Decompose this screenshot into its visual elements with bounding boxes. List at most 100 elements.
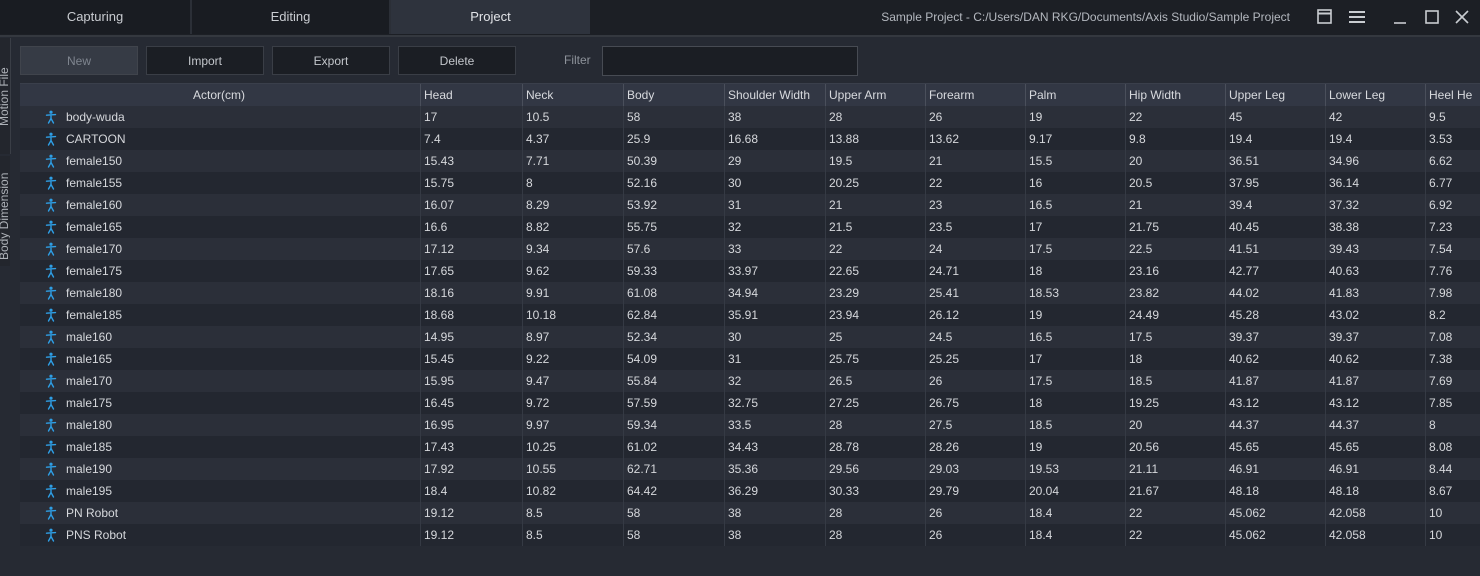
dimension-cell: 16 bbox=[1025, 172, 1128, 194]
table-row[interactable]: female180 18.16 9.91 61.08 34.94 23.29 25.41 18… bbox=[20, 282, 1480, 304]
dimension-cell: 26 bbox=[925, 524, 1028, 546]
column-header[interactable]: Neck bbox=[522, 84, 626, 106]
table-row[interactable]: CARTOON 7.4 4.37 25.9 16.68 13.88 13.62 9.17 9.8… bbox=[20, 128, 1480, 150]
dimension-cell: 6.77 bbox=[1425, 172, 1480, 194]
tab-editing[interactable]: Editing bbox=[192, 0, 389, 34]
table-row[interactable]: PN Robot 19.12 8.5 58 38 28 26 18.4 22 45.062 42.0… bbox=[20, 502, 1480, 524]
menu-icon[interactable] bbox=[1346, 7, 1368, 27]
dimension-cell: 22 bbox=[825, 238, 928, 260]
dimension-cell: 9.62 bbox=[522, 260, 626, 282]
dimension-cell: 39.37 bbox=[1225, 326, 1328, 348]
actor-name-cell: female175 bbox=[66, 264, 123, 278]
dimension-cell: 45.062 bbox=[1225, 524, 1328, 546]
layout-icon[interactable] bbox=[1314, 7, 1336, 27]
actor-name-cell: PNS Robot bbox=[66, 528, 127, 542]
dimension-cell: 16.07 bbox=[420, 194, 524, 216]
actor-name-cell: male170 bbox=[66, 374, 113, 388]
dimension-cell: 26 bbox=[925, 106, 1028, 128]
filter-input[interactable] bbox=[602, 46, 858, 76]
table-row[interactable]: female155 15.75 8 52.16 30 20.25 22 16 20.5 37.95… bbox=[20, 172, 1480, 194]
column-header[interactable]: Upper Arm bbox=[825, 84, 928, 106]
dimension-cell: 23.82 bbox=[1125, 282, 1228, 304]
minimize-icon[interactable] bbox=[1389, 7, 1411, 27]
dimension-cell: 19 bbox=[1025, 304, 1128, 326]
tab-capturing[interactable]: Capturing bbox=[0, 0, 190, 34]
dimension-cell: 40.63 bbox=[1325, 260, 1428, 282]
table-row[interactable]: male175 16.45 9.72 57.59 32.75 27.25 26.75 18 19… bbox=[20, 392, 1480, 414]
actor-name-cell: male160 bbox=[66, 330, 113, 344]
actor-name-cell: CARTOON bbox=[66, 132, 126, 146]
table-row[interactable]: male160 14.95 8.97 52.34 30 25 24.5 16.5 17.5 39.… bbox=[20, 326, 1480, 348]
dimension-cell: 28 bbox=[825, 524, 928, 546]
dimension-cell: 50.39 bbox=[623, 150, 727, 172]
maximize-icon[interactable] bbox=[1421, 7, 1443, 27]
dimension-cell: 8 bbox=[522, 172, 626, 194]
side-tab-motion-file[interactable]: Motion File bbox=[0, 38, 11, 154]
column-header[interactable]: Shoulder Width bbox=[724, 84, 828, 106]
table-row[interactable]: PNS Robot 19.12 8.5 58 38 28 26 18.4 22 45.062 42.… bbox=[20, 524, 1480, 546]
table-row[interactable]: female170 17.12 9.34 57.6 33 22 24 17.5 22.5 41.5… bbox=[20, 238, 1480, 260]
tab-project[interactable]: Project bbox=[391, 0, 590, 34]
person-icon bbox=[44, 176, 58, 190]
dimension-cell: 19.4 bbox=[1225, 128, 1328, 150]
table-row[interactable]: female150 15.43 7.71 50.39 29 19.5 21 15.5 20 36.… bbox=[20, 150, 1480, 172]
table-row[interactable]: female160 16.07 8.29 53.92 31 21 23 16.5 21 39.4 3… bbox=[20, 194, 1480, 216]
dimension-cell: 21 bbox=[1125, 194, 1228, 216]
column-header[interactable]: Palm bbox=[1025, 84, 1128, 106]
table-row[interactable]: male180 16.95 9.97 59.34 33.5 28 27.5 18.5 20 44.… bbox=[20, 414, 1480, 436]
column-header[interactable]: Lower Leg bbox=[1325, 84, 1428, 106]
column-header[interactable]: Body bbox=[623, 84, 727, 106]
dimension-cell: 14.95 bbox=[420, 326, 524, 348]
dimension-cell: 9.8 bbox=[1125, 128, 1228, 150]
table-row[interactable]: male185 17.43 10.25 61.02 34.43 28.78 28.26 19 2… bbox=[20, 436, 1480, 458]
dimension-cell: 22.5 bbox=[1125, 238, 1228, 260]
table-row[interactable]: female165 16.6 8.82 55.75 32 21.5 23.5 17 21.75 4… bbox=[20, 216, 1480, 238]
dimension-cell: 7.23 bbox=[1425, 216, 1480, 238]
side-tab-body-dimension[interactable]: Body Dimension bbox=[0, 156, 10, 266]
table-row[interactable]: male165 15.45 9.22 54.09 31 25.75 25.25 17 18 40.… bbox=[20, 348, 1480, 370]
dimension-cell: 30.33 bbox=[825, 480, 928, 502]
dimension-cell: 22 bbox=[925, 172, 1028, 194]
column-header[interactable]: Upper Leg bbox=[1225, 84, 1328, 106]
table-row[interactable]: female175 17.65 9.62 59.33 33.97 22.65 24.71 18… bbox=[20, 260, 1480, 282]
dimension-cell: 22 bbox=[1125, 524, 1228, 546]
person-icon bbox=[44, 330, 58, 344]
table-row[interactable]: male195 18.4 10.82 64.42 36.29 30.33 29.79 20.0… bbox=[20, 480, 1480, 502]
dimension-cell: 40.62 bbox=[1225, 348, 1328, 370]
dimension-cell: 29.56 bbox=[825, 458, 928, 480]
table-row[interactable]: body-wuda 17 10.5 58 38 28 26 19 22 45 42 9.5 bbox=[20, 106, 1480, 128]
dimension-cell: 9.34 bbox=[522, 238, 626, 260]
close-icon[interactable] bbox=[1451, 7, 1473, 27]
dimension-cell: 18 bbox=[1125, 348, 1228, 370]
dimension-cell: 25.25 bbox=[925, 348, 1028, 370]
column-header[interactable]: Heel He bbox=[1425, 84, 1480, 106]
table-row[interactable]: female185 18.68 10.18 62.84 35.91 23.94 26.12 1… bbox=[20, 304, 1480, 326]
new-button[interactable]: New bbox=[20, 46, 138, 75]
dimension-cell: 58 bbox=[623, 524, 727, 546]
dimension-cell: 16.95 bbox=[420, 414, 524, 436]
table-row[interactable]: male170 15.95 9.47 55.84 32 26.5 26 17.5 18.5 41.… bbox=[20, 370, 1480, 392]
export-button[interactable]: Export bbox=[272, 46, 390, 75]
dimension-cell: 10 bbox=[1425, 502, 1480, 524]
dimension-cell: 15.75 bbox=[420, 172, 524, 194]
import-button[interactable]: Import bbox=[146, 46, 264, 75]
column-header[interactable]: Actor(cm) bbox=[20, 84, 418, 106]
dimension-cell: 34.94 bbox=[724, 282, 828, 304]
dimension-cell: 9.72 bbox=[522, 392, 626, 414]
column-header[interactable]: Head bbox=[420, 84, 524, 106]
dimension-cell: 26.5 bbox=[825, 370, 928, 392]
person-icon bbox=[44, 132, 58, 146]
delete-button[interactable]: Delete bbox=[398, 46, 516, 75]
dimension-cell: 8.44 bbox=[1425, 458, 1480, 480]
column-header[interactable]: Forearm bbox=[925, 84, 1028, 106]
dimension-cell: 7.38 bbox=[1425, 348, 1480, 370]
dimension-cell: 57.59 bbox=[623, 392, 727, 414]
actor-name-cell: female165 bbox=[66, 220, 123, 234]
dimension-cell: 39.43 bbox=[1325, 238, 1428, 260]
dimension-cell: 8.29 bbox=[522, 194, 626, 216]
table-row[interactable]: male190 17.92 10.55 62.71 35.36 29.56 29.03 19.… bbox=[20, 458, 1480, 480]
dimension-cell: 10.18 bbox=[522, 304, 626, 326]
column-header[interactable]: Hip Width bbox=[1125, 84, 1228, 106]
dimension-cell: 10.25 bbox=[522, 436, 626, 458]
dimension-cell: 40.45 bbox=[1225, 216, 1328, 238]
